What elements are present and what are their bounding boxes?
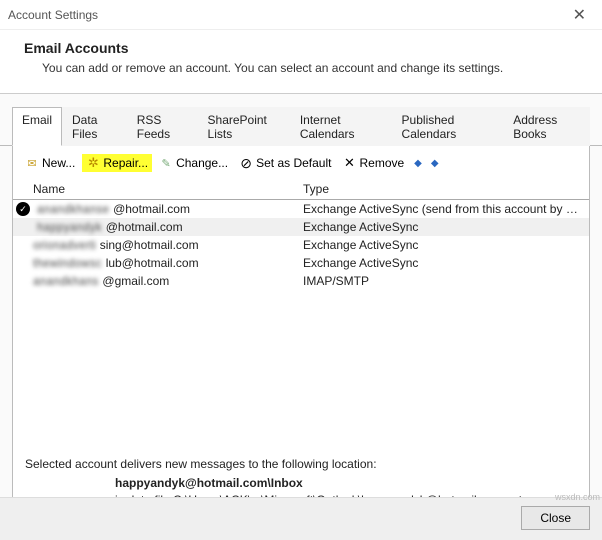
accounts-table: Name Type ✓ anandkhanse @hotmail.com Exch…	[13, 182, 589, 290]
account-prefix: anandkhans	[33, 274, 98, 288]
tab-email[interactable]: Email	[12, 107, 62, 146]
account-prefix: thewindowsc	[33, 256, 102, 270]
repair-button[interactable]: ✲ Repair...	[82, 154, 152, 172]
tab-address-books[interactable]: Address Books	[503, 107, 590, 146]
table-row[interactable]: happyandyk @hotmail.com Exchange ActiveSy…	[13, 218, 589, 236]
check-icon: ⊘	[239, 156, 253, 170]
account-type: Exchange ActiveSync	[303, 220, 589, 234]
repair-icon: ✲	[86, 156, 100, 170]
account-prefix: anandkhanse	[37, 202, 109, 216]
remove-button[interactable]: ✕ Remove	[338, 154, 408, 172]
table-row[interactable]: thewindowsc lub@hotmail.com Exchange Acti…	[13, 254, 589, 272]
change-icon: ✎	[159, 156, 173, 170]
col-type[interactable]: Type	[303, 182, 589, 196]
tab-internet-calendars[interactable]: Internet Calendars	[290, 107, 392, 146]
table-row[interactable]: ✓ anandkhanse @hotmail.com Exchange Activ…	[13, 200, 589, 218]
tab-rss-feeds[interactable]: RSS Feeds	[127, 107, 198, 146]
account-type: Exchange ActiveSync	[303, 238, 589, 252]
table-row[interactable]: orionadverti sing@hotmail.com Exchange Ac…	[13, 236, 589, 254]
account-type: Exchange ActiveSync (send from this acco…	[303, 202, 589, 216]
tab-content: ✉ New... ✲ Repair... ✎ Change... ⊘ Set a…	[0, 146, 602, 526]
col-name[interactable]: Name	[13, 182, 303, 196]
toolbar: ✉ New... ✲ Repair... ✎ Change... ⊘ Set a…	[13, 146, 589, 182]
email-pane: ✉ New... ✲ Repair... ✎ Change... ⊘ Set a…	[12, 146, 590, 526]
page-title: Email Accounts	[24, 40, 578, 56]
account-type: IMAP/SMTP	[303, 274, 589, 288]
new-label: New...	[42, 156, 75, 170]
account-email: lub@hotmail.com	[106, 256, 199, 270]
table-header: Name Type	[13, 182, 589, 200]
close-icon[interactable]: ✕	[565, 5, 594, 25]
location-intro: Selected account delivers new messages t…	[25, 457, 577, 471]
account-email: @gmail.com	[102, 274, 169, 288]
repair-label: Repair...	[103, 156, 148, 170]
account-prefix: happyandyk	[37, 220, 102, 234]
window-title: Account Settings	[8, 8, 565, 22]
tab-published-calendars[interactable]: Published Calendars	[392, 107, 504, 146]
table-row[interactable]: anandkhans @gmail.com IMAP/SMTP	[13, 272, 589, 290]
default-label: Set as Default	[256, 156, 331, 170]
change-button[interactable]: ✎ Change...	[155, 154, 232, 172]
titlebar: Account Settings ✕	[0, 0, 602, 30]
close-button[interactable]: Close	[521, 506, 590, 530]
account-email: sing@hotmail.com	[100, 238, 199, 252]
move-up-button[interactable]: ◆	[411, 158, 425, 169]
new-button[interactable]: ✉ New...	[21, 154, 79, 172]
account-prefix: orionadverti	[33, 238, 96, 252]
account-email: @hotmail.com	[113, 202, 190, 216]
remove-label: Remove	[359, 156, 404, 170]
footer: Close	[0, 497, 602, 540]
tab-sharepoint-lists[interactable]: SharePoint Lists	[198, 107, 290, 146]
change-label: Change...	[176, 156, 228, 170]
watermark: wsxdn.com	[555, 492, 600, 502]
account-email: @hotmail.com	[106, 220, 183, 234]
move-down-button[interactable]: ◆	[428, 158, 442, 169]
location-folder: happyandyk@hotmail.com\Inbox	[25, 476, 577, 490]
account-type: Exchange ActiveSync	[303, 256, 589, 270]
tab-data-files[interactable]: Data Files	[62, 107, 127, 146]
set-default-button[interactable]: ⊘ Set as Default	[235, 154, 335, 172]
remove-icon: ✕	[342, 156, 356, 170]
header: Email Accounts You can add or remove an …	[0, 30, 602, 93]
new-icon: ✉	[25, 156, 39, 170]
page-subtitle: You can add or remove an account. You ca…	[24, 61, 578, 75]
tab-strip: Email Data Files RSS Feeds SharePoint Li…	[0, 94, 602, 146]
default-account-icon: ✓	[16, 202, 30, 216]
